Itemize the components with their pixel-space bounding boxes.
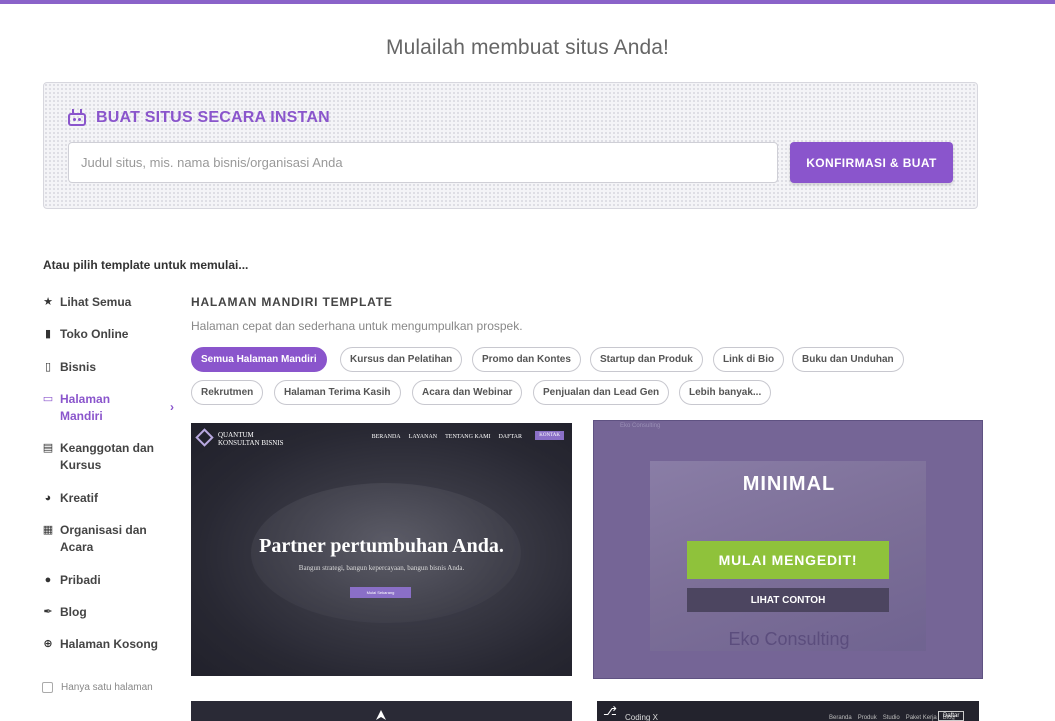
filter-chip-sales[interactable]: Penjualan dan Lead Gen [533, 380, 670, 405]
filter-chip-more[interactable]: Lebih banyak... [679, 380, 772, 405]
template-signup-button: Daftar [938, 711, 965, 721]
single-page-label: Hanya satu halaman [61, 682, 153, 693]
chevron-right-icon: › [170, 400, 174, 414]
sidebar-item-all[interactable]: ★ Lihat Semua [42, 294, 182, 311]
sidebar-item-business[interactable]: ▯ Bisnis [42, 359, 182, 376]
id-card-icon: ▤ [42, 442, 54, 454]
plus-circle-icon: ⊕ [43, 638, 53, 650]
site-title-input[interactable] [68, 142, 778, 183]
filter-chip-link-in-bio[interactable]: Link di Bio [713, 347, 785, 372]
clipboard-icon: ▯ [44, 361, 52, 373]
template-top-text: Eko Consulting [620, 423, 661, 429]
feather-icon: ✒ [43, 606, 53, 618]
template-title: MINIMAL [742, 473, 836, 495]
robot-icon [66, 109, 88, 127]
template-cta-button: Mulai Sekarang [350, 587, 411, 598]
instant-site-panel: BUAT SITUS SECARA INSTAN KONFIRMASI & BU… [43, 82, 978, 209]
template-brand: Eko Consulting [728, 629, 850, 649]
template-subheading: Bangun strategi, bangun kepercayaan, ban… [298, 564, 465, 572]
sidebar-item-blog[interactable]: ✒ Blog [42, 604, 182, 621]
filter-chip-all[interactable]: Semua Halaman Mandiri [191, 347, 327, 372]
template-nav: QUANTUM KONSULTAN BISNIS BERANDA LAYANAN… [191, 423, 572, 451]
filter-chip-startup[interactable]: Startup dan Produk [590, 347, 703, 372]
sidebar-item-landing-pages[interactable]: ▭ Halaman Mandiri › [42, 391, 182, 425]
sidebar-item-label: Pribadi [60, 573, 101, 587]
template-nav-links: BERANDA LAYANAN TENTANG KAMI DAFTAR [371, 434, 522, 440]
filter-chip-recruitment[interactable]: Rekrutmen [191, 380, 264, 405]
template-logo: QUANTUM KONSULTAN BISNIS [218, 431, 284, 447]
template-contact-button: KONTAK [535, 431, 564, 440]
single-page-checkbox[interactable] [42, 682, 53, 693]
template-heading: Partner pertumbuhan Anda. [259, 535, 504, 557]
star-icon: ★ [43, 296, 53, 308]
instant-site-title-text: BUAT SITUS SECARA INSTAN [96, 109, 330, 126]
filter-chip-promo[interactable]: Promo dan Kontes [472, 347, 581, 372]
filter-chip-courses[interactable]: Kursus dan Pelatihan [340, 347, 463, 372]
filter-chip-thank-you[interactable]: Halaman Terima Kasih [274, 380, 401, 405]
user-icon: ● [44, 574, 52, 586]
template-card-codingx[interactable]: ⎇ Coding X Beranda Produk Studio Paket K… [597, 701, 979, 721]
template-brand: Coding X [625, 713, 658, 721]
filter-chip-books[interactable]: Buku dan Unduhan [792, 347, 904, 372]
view-demo-button[interactable]: LIHAT CONTOH [687, 588, 889, 612]
template-nav-links: Beranda Produk Studio Paket Kerja Blog [829, 715, 955, 721]
sidebar-item-label: Kreatif [60, 491, 99, 505]
branch-icon: ⎇ [603, 704, 617, 718]
palette-icon: ◕ [44, 492, 52, 504]
instant-site-title: BUAT SITUS SECARA INSTAN [66, 109, 330, 127]
sidebar-item-blank-page[interactable]: ⊕ Halaman Kosong [42, 636, 182, 653]
window-icon: ▭ [42, 393, 54, 405]
section-description: Halaman cepat dan sederhana untuk mengum… [191, 319, 523, 333]
sidebar-item-label: Lihat Semua [60, 295, 132, 309]
sidebar-item-creative[interactable]: ◕ Kreatif [42, 490, 182, 507]
page-headline: Mulailah membuat situs Anda! [386, 36, 669, 59]
single-page-filter[interactable]: Hanya satu halaman [42, 682, 153, 693]
sidebar-item-label: Toko Online [60, 327, 129, 341]
section-title: HALAMAN MANDIRI TEMPLATE [191, 295, 393, 309]
cart-icon: ▮ [44, 328, 52, 340]
diamond-logo-icon [195, 428, 214, 447]
sidebar-item-label: Halaman Kosong [60, 637, 159, 651]
template-card-minimal[interactable]: Eko Consulting MINIMAL MULAI MENGEDIT! L… [593, 420, 983, 679]
template-card-quantum[interactable]: QUANTUM KONSULTAN BISNIS BERANDA LAYANAN… [191, 423, 572, 676]
sidebar-item-label: Keanggotan dan Kursus [60, 441, 155, 472]
rocket-icon [376, 710, 386, 720]
calendar-icon: ▦ [42, 524, 54, 536]
confirm-create-button[interactable]: KONFIRMASI & BUAT [790, 142, 953, 183]
template-card-rocket[interactable] [191, 701, 572, 721]
sidebar-item-label: Blog [60, 605, 87, 619]
sidebar-item-personal[interactable]: ● Pribadi [42, 572, 182, 589]
sidebar-item-online-store[interactable]: ▮ Toko Online [42, 326, 182, 343]
sidebar-item-label: Bisnis [60, 360, 97, 374]
template-prompt: Atau pilih template untuk memulai... [43, 258, 249, 272]
sidebar-item-label: Halaman Mandiri [60, 392, 111, 423]
start-editing-button[interactable]: MULAI MENGEDIT! [687, 541, 889, 579]
sidebar-item-organizations[interactable]: ▦ Organisasi dan Acara [42, 522, 182, 556]
filter-chip-events[interactable]: Acara dan Webinar [412, 380, 523, 405]
sidebar-item-label: Organisasi dan Acara [60, 523, 147, 554]
sidebar-item-membership[interactable]: ▤ Keanggotan dan Kursus [42, 440, 182, 474]
top-accent-bar [0, 0, 1055, 4]
